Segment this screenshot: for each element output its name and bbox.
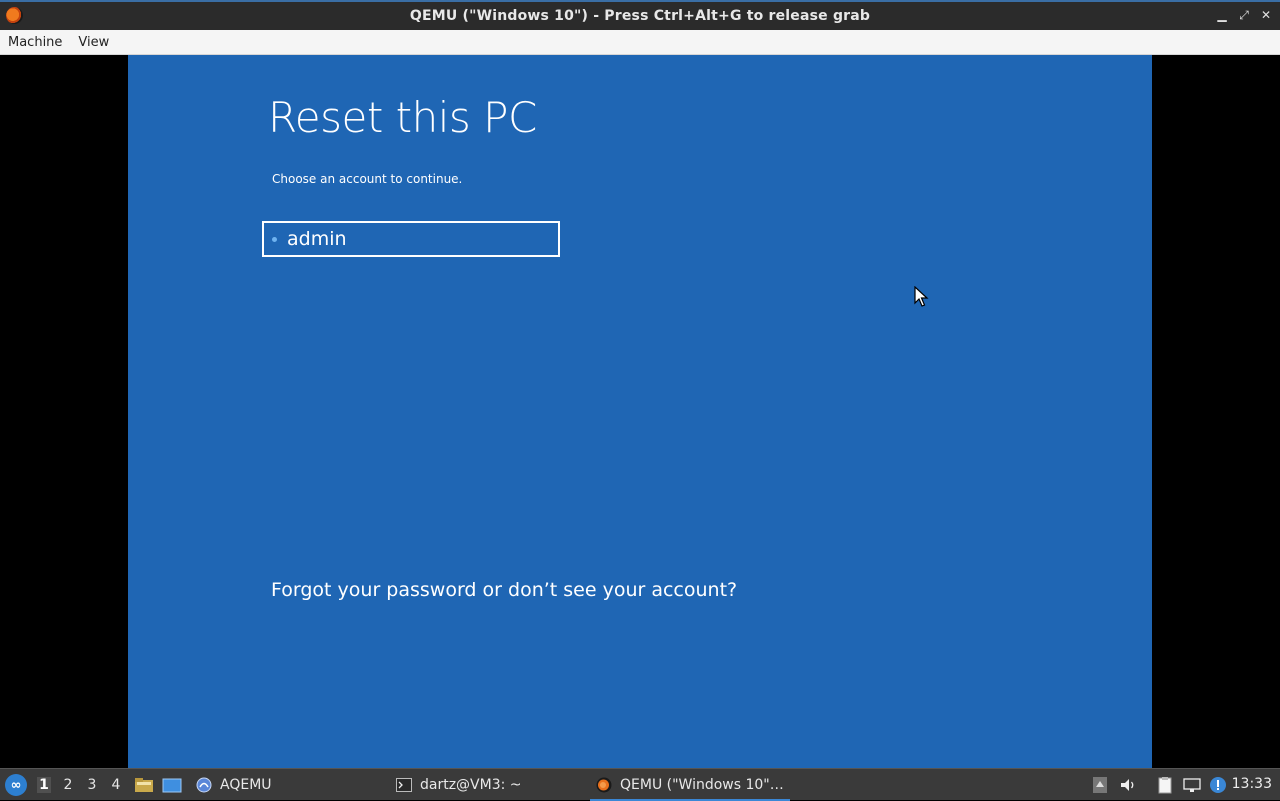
volume-icon[interactable]: [1119, 776, 1137, 794]
minimize-icon[interactable]: ▁: [1216, 8, 1228, 22]
task-terminal[interactable]: dartz@VM3: ~: [396, 773, 522, 797]
vm-display[interactable]: Reset this PC Choose an account to conti…: [0, 55, 1280, 768]
forgot-password-link[interactable]: Forgot your password or don’t see your a…: [271, 579, 737, 601]
workspace-2[interactable]: 2: [61, 777, 75, 793]
taskbar: ∞ 1 2 3 4 AQEMU dartz@VM3: ~ QEMU ("Wind…: [0, 768, 1280, 801]
terminal-icon: [396, 778, 412, 792]
window-controls: ▁ ⤢ ✕: [1216, 8, 1272, 22]
task-label: QEMU ("Windows 10"…: [620, 777, 784, 793]
file-manager-icon[interactable]: [134, 777, 154, 793]
window-title: QEMU ("Windows 10") - Press Ctrl+Alt+G t…: [409, 8, 871, 24]
workspace-3[interactable]: 3: [85, 777, 99, 793]
clipboard-icon[interactable]: [1156, 776, 1174, 794]
account-name: admin: [287, 228, 347, 250]
task-qemu[interactable]: QEMU ("Windows 10"…: [590, 773, 790, 801]
menu-machine[interactable]: Machine: [8, 35, 62, 50]
start-menu-icon[interactable]: ∞: [5, 774, 27, 796]
aqemu-icon: [196, 777, 212, 793]
workspace-4[interactable]: 4: [109, 777, 123, 793]
network-icon[interactable]: [1183, 776, 1201, 794]
account-dot-icon: [272, 236, 277, 242]
window-titlebar: QEMU ("Windows 10") - Press Ctrl+Alt+G t…: [0, 0, 1280, 30]
qemu-icon: [6, 7, 23, 24]
clock[interactable]: 13:33: [1232, 776, 1272, 792]
mouse-cursor-icon: [914, 286, 929, 307]
task-aqemu[interactable]: AQEMU: [196, 773, 272, 797]
reset-pc-screen: Reset this PC Choose an account to conti…: [128, 55, 1152, 768]
close-icon[interactable]: ✕: [1260, 8, 1272, 22]
show-desktop-icon[interactable]: [162, 777, 182, 793]
updates-icon[interactable]: [1209, 776, 1227, 794]
qemu-icon: [596, 777, 612, 793]
task-label: AQEMU: [220, 777, 272, 793]
menu-bar: Machine View: [0, 30, 1280, 55]
page-title: Reset this PC: [268, 93, 537, 142]
account-tile-admin[interactable]: admin: [262, 221, 560, 257]
page-subtitle: Choose an account to continue.: [272, 172, 463, 186]
menu-view[interactable]: View: [78, 35, 109, 50]
maximize-icon[interactable]: ⤢: [1238, 8, 1250, 22]
workspace-1[interactable]: 1: [37, 777, 51, 793]
upload-icon[interactable]: [1091, 776, 1109, 794]
task-label: dartz@VM3: ~: [420, 777, 522, 793]
